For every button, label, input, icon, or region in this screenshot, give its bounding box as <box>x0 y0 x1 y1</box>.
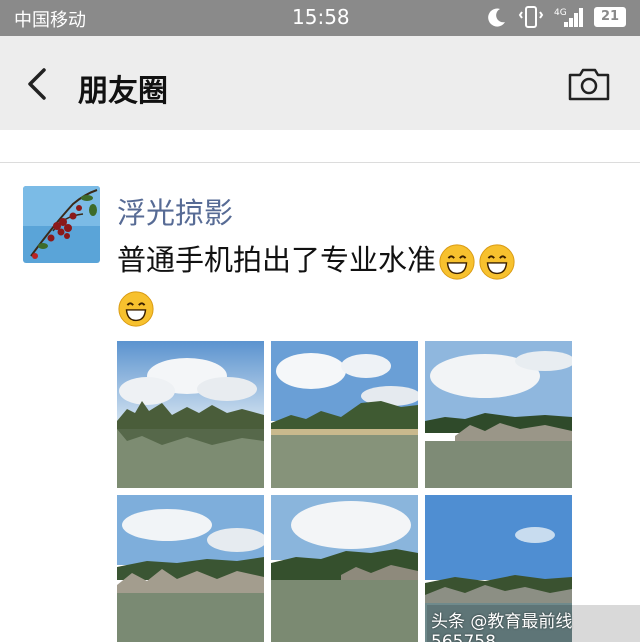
status-icons: 4G 21 <box>486 5 626 29</box>
photo-thumbnail[interactable] <box>271 495 418 642</box>
avatar-image <box>23 186 100 263</box>
status-bar: 中国移动 15:58 4G 21 <box>0 0 640 36</box>
section-divider <box>0 130 640 163</box>
watermark: 头条 @教育最前线565758 <box>427 605 640 642</box>
photo-thumbnail[interactable] <box>117 495 264 642</box>
grin-emoji-icon <box>118 291 154 327</box>
post-text: 普通手机拍出了专业水准 <box>117 237 587 331</box>
photo-thumbnail[interactable] <box>425 341 572 488</box>
vibrate-icon <box>518 6 544 28</box>
moon-icon <box>488 8 505 27</box>
post-author-name[interactable]: 浮光掠影 <box>117 190 233 232</box>
avatar[interactable] <box>23 186 100 263</box>
grin-emoji-icon <box>439 244 475 280</box>
nav-bar: 朋友圈 <box>0 36 640 130</box>
photo-grid <box>117 341 572 642</box>
chevron-left-icon[interactable] <box>22 64 52 104</box>
post-text-content: 普通手机拍出了专业水准 <box>117 243 437 277</box>
photo-thumbnail[interactable] <box>271 341 418 488</box>
photo-thumbnail[interactable] <box>117 341 264 488</box>
camera-icon[interactable] <box>567 66 611 102</box>
network-type: 4G <box>554 8 567 18</box>
clock: 15:58 <box>292 5 350 29</box>
page-title: 朋友圈 <box>78 74 168 109</box>
battery-icon: 21 <box>594 7 626 27</box>
carrier-label: 中国移动 <box>14 10 86 31</box>
grin-emoji-icon <box>479 244 515 280</box>
signal-icon: 4G <box>554 8 583 27</box>
